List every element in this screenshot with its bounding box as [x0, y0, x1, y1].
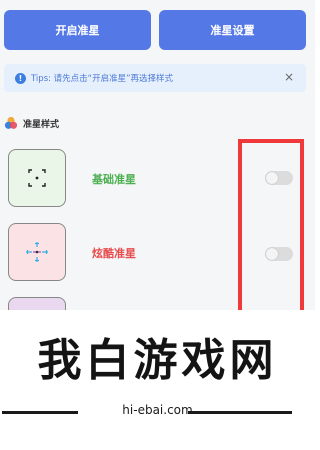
highlight-box	[238, 139, 304, 310]
enable-crosshair-button[interactable]: 开启准星	[4, 10, 151, 50]
third-crosshair-thumbnail[interactable]	[8, 297, 66, 310]
info-icon: !	[15, 72, 26, 84]
basic-crosshair-label: 基础准星	[92, 173, 136, 186]
cool-crosshair-thumbnail[interactable]	[8, 223, 66, 281]
watermark-divider-right	[188, 411, 292, 414]
watermark-url: hi-ebai.com	[122, 403, 193, 417]
cool-crosshair-label: 炫酷准星	[92, 247, 136, 260]
basic-crosshair-thumbnail[interactable]	[8, 149, 66, 207]
watermark-title: 我白游戏网	[37, 335, 278, 386]
crosshair-settings-button[interactable]: 准星设置	[159, 10, 306, 50]
app-logo-icon	[4, 116, 18, 129]
watermark: 我白游戏网 hi-ebai.com	[0, 310, 315, 450]
cool-crosshair-icon	[26, 242, 48, 262]
crosshair-app: 开启准星 准星设置 ! Tips: 请先点击“开启准星”再选择样式 × 准星样式…	[0, 0, 315, 310]
basic-crosshair-icon	[28, 169, 46, 187]
section-title-label: 准星样式	[23, 119, 60, 130]
tips-banner: ! Tips: 请先点击“开启准星”再选择样式 ×	[4, 64, 306, 92]
close-icon[interactable]: ×	[284, 70, 294, 84]
section-title: 准星样式	[4, 115, 59, 131]
tips-text: Tips: 请先点击“开启准星”再选择样式	[31, 74, 173, 84]
